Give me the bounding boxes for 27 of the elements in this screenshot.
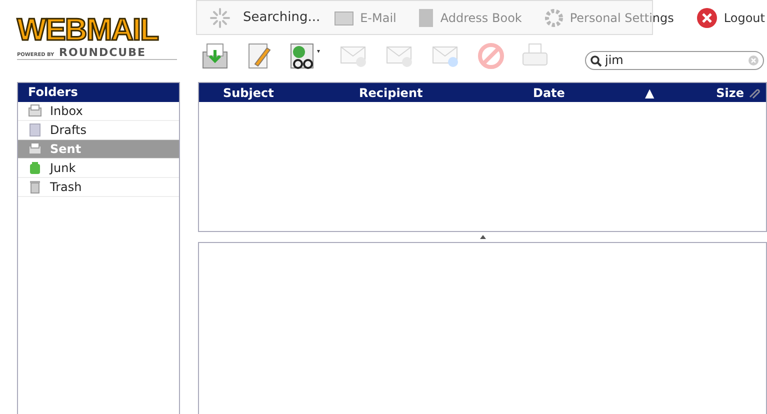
status-text: Searching... [243,10,320,25]
tray-icon [28,142,42,156]
folders-heading: Folders [18,83,179,102]
document-icon [28,123,42,137]
close-icon [696,7,718,29]
paperclip-icon [748,86,760,98]
nav-link[interactable]: Logout [696,7,765,29]
tray-icon [28,104,42,118]
column-header[interactable]: Size [716,86,744,100]
search-icon [590,54,602,66]
bin-icon [28,161,42,175]
column-header[interactable]: Subject [223,86,359,100]
column-header[interactable]: Date [533,86,645,100]
clear-icon[interactable] [748,54,759,66]
folder-item[interactable]: Junk [18,159,179,178]
column-header[interactable]: ▲ [645,86,705,100]
search-field[interactable]: jim [585,50,764,70]
folder-item[interactable]: Inbox [18,102,179,121]
column-header[interactable]: Recipient [359,86,533,100]
mail-icon [334,9,354,27]
settings-icon [544,8,564,28]
book-icon [418,8,434,28]
trash-icon [28,180,42,194]
splitter-handle-icon[interactable] [480,235,486,239]
folder-item[interactable]: Trash [18,178,179,197]
spinner-icon [209,6,231,28]
nav-link[interactable]: Personal Settings [544,8,674,28]
